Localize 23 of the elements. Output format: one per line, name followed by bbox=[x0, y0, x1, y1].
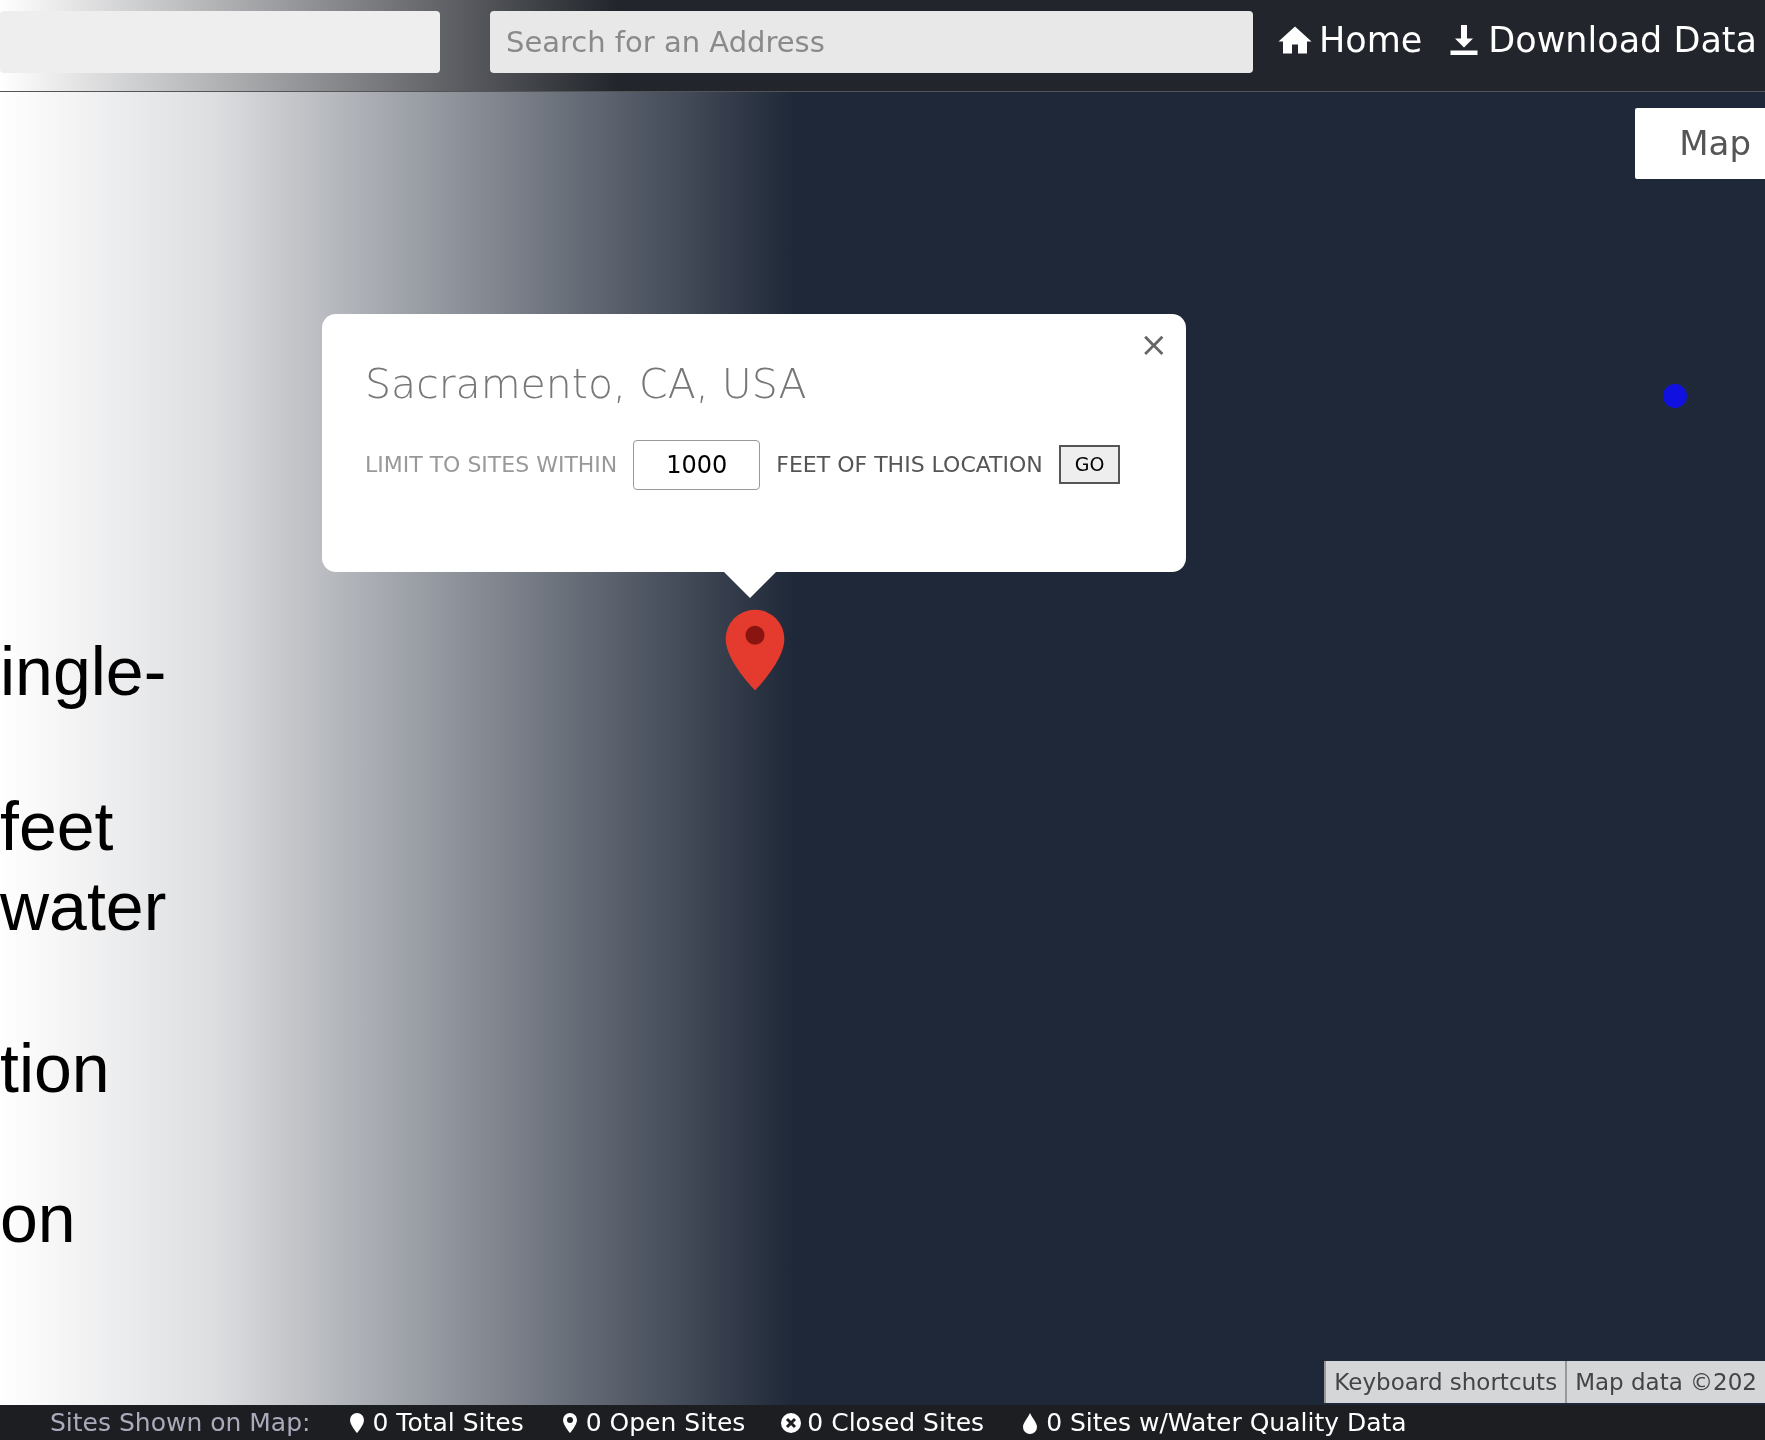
limit-label: LIMIT TO SITES WITHIN bbox=[365, 451, 618, 479]
slide-text: tion bbox=[0, 1034, 110, 1102]
nav-link[interactable]: Home bbox=[1277, 13, 1423, 67]
status-label: Sites Shown on Map: bbox=[50, 1406, 311, 1439]
location-dot-icon bbox=[1662, 383, 1688, 409]
site-count: 0 Open Sites bbox=[585, 1406, 746, 1439]
site-count: 0 Total Sites bbox=[372, 1406, 524, 1439]
site-count: 0 Closed Sites bbox=[807, 1406, 985, 1439]
close-button[interactable]: × bbox=[1133, 318, 1174, 371]
site-count: 0 Sites w/Water Quality Data bbox=[1046, 1406, 1407, 1439]
slide-text: on bbox=[0, 1184, 76, 1252]
nav-link[interactable]: Download Data bbox=[1446, 13, 1758, 67]
close-circle-icon bbox=[779, 1410, 804, 1435]
distance-field[interactable]: 1000 bbox=[633, 439, 761, 490]
address-search-field[interactable]: Search for an Address bbox=[490, 11, 1253, 73]
go-button[interactable]: GO bbox=[1058, 445, 1121, 484]
popup-title: Sacramento, CA, USA bbox=[365, 359, 808, 410]
map-data-text: Map data ©202 bbox=[1565, 1360, 1765, 1403]
search-field[interactable] bbox=[0, 11, 440, 73]
keyboard-shortcuts-link[interactable]: Keyboard shortcuts bbox=[1324, 1360, 1566, 1403]
map-type-button[interactable]: Map bbox=[1635, 108, 1765, 179]
limit-label: FEET OF THIS LOCATION bbox=[776, 451, 1043, 479]
slide-text: feet bbox=[0, 792, 114, 860]
